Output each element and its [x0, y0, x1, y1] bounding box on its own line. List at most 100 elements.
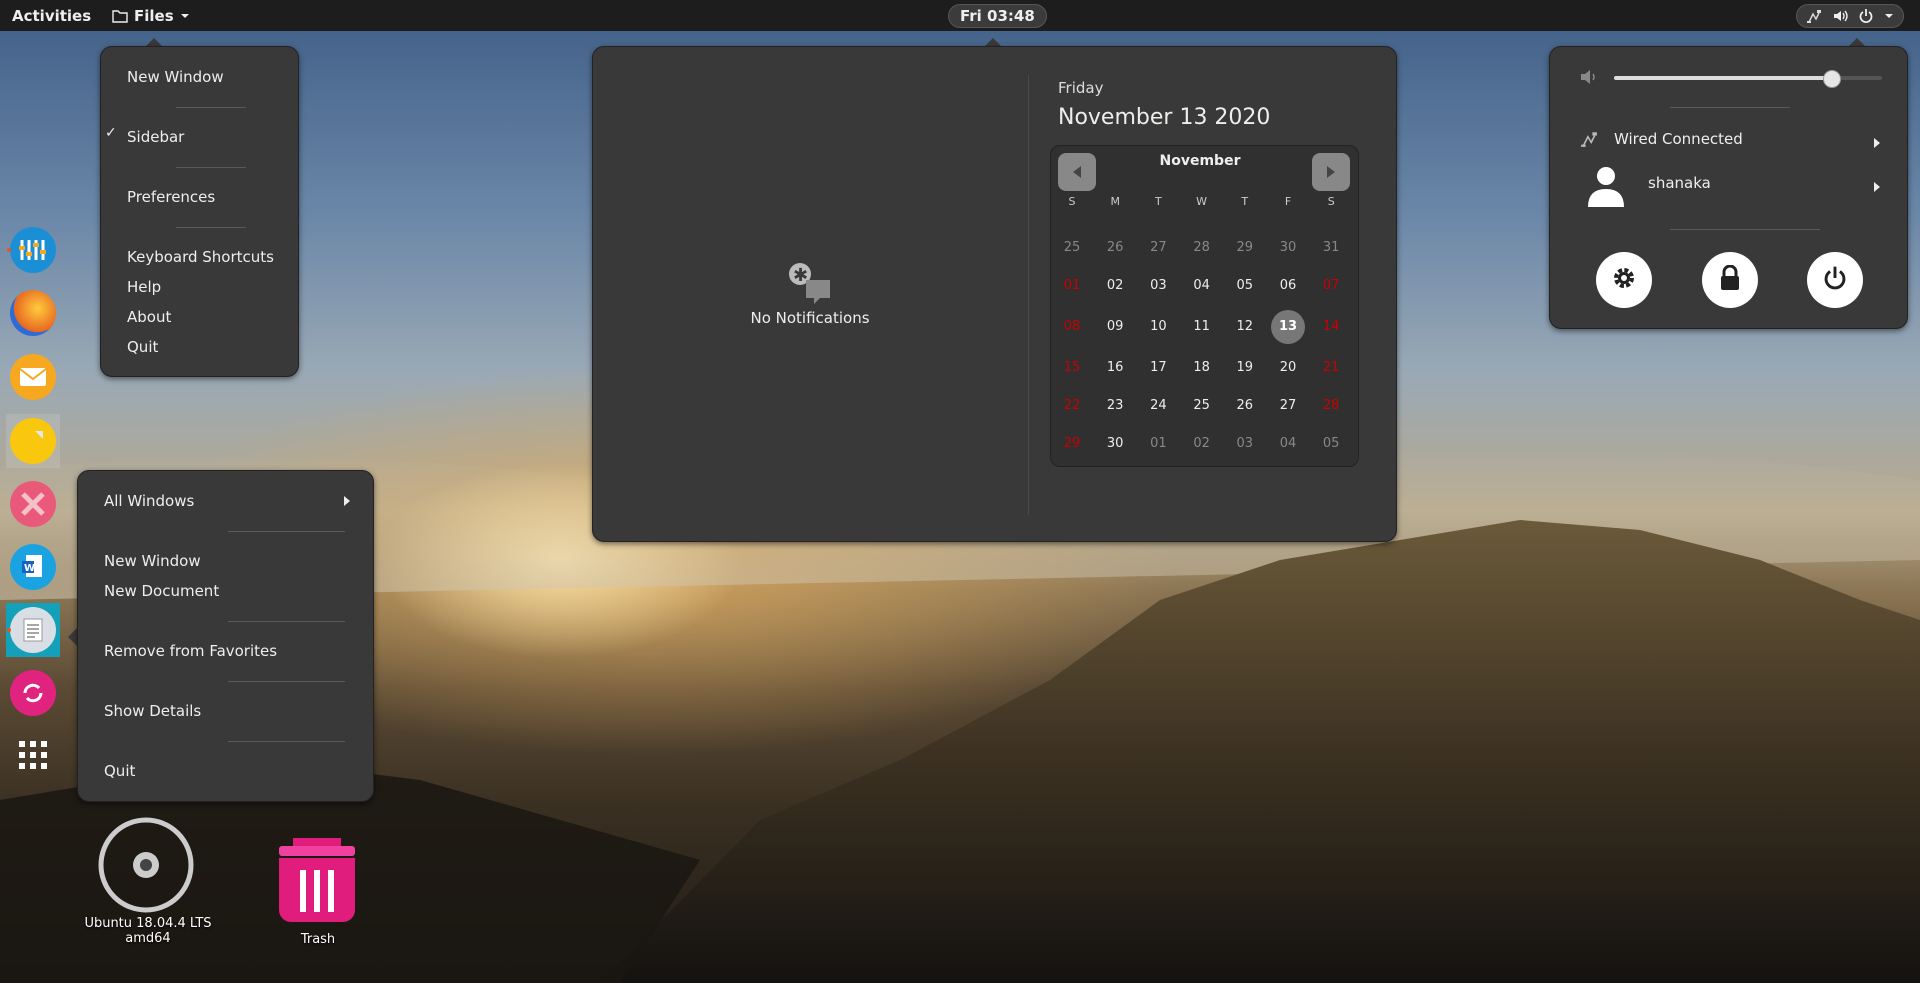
chevron-right-icon [343, 489, 351, 513]
dock-item-mail[interactable] [6, 350, 60, 404]
chevron-right-icon [1873, 178, 1881, 196]
power-off-button[interactable] [1807, 252, 1863, 308]
activities-button[interactable]: Activities [0, 0, 103, 31]
calendar-day[interactable]: 09 [1098, 310, 1132, 344]
volume-slider-handle[interactable] [1823, 70, 1842, 88]
calendar-day[interactable]: 06 [1271, 269, 1305, 303]
calendar-day[interactable]: 23 [1098, 389, 1132, 423]
calendar-day[interactable]: 20 [1271, 351, 1305, 385]
calendar-day[interactable]: 27 [1271, 389, 1305, 423]
menu-item-all-windows[interactable]: All Windows [78, 489, 373, 513]
mail-icon [10, 354, 56, 400]
dock-item-updater[interactable] [6, 666, 60, 720]
settings-button[interactable] [1596, 252, 1652, 308]
calendar-day[interactable]: 01 [1141, 427, 1175, 461]
volume-slider[interactable] [1614, 70, 1882, 88]
menu-item-show-details[interactable]: Show Details [78, 699, 373, 723]
desktop-trash-icon[interactable] [275, 838, 359, 924]
calendar-day-header: W [1196, 195, 1208, 208]
calendar-day[interactable]: 05 [1228, 269, 1262, 303]
calendar-day[interactable]: 28 [1185, 231, 1219, 265]
calendar-day[interactable]: 03 [1141, 269, 1175, 303]
calendar-day[interactable]: 13 [1271, 310, 1305, 344]
calendar-day[interactable]: 19 [1228, 351, 1262, 385]
calendar-day[interactable]: 08 [1055, 310, 1089, 344]
menu-item-new-window[interactable]: New Window [78, 549, 373, 573]
calendar-day[interactable]: 22 [1055, 389, 1089, 423]
calendar-day[interactable]: 01 [1055, 269, 1089, 303]
menu-item-sidebar[interactable]: Sidebar [101, 125, 298, 149]
lock-button[interactable] [1702, 252, 1758, 308]
desktop-trash-label[interactable]: Trash [270, 932, 366, 947]
dock-item-writer[interactable]: W [6, 540, 60, 594]
calendar-day[interactable]: 27 [1141, 231, 1175, 265]
volume-icon [1832, 8, 1848, 24]
calendar-day[interactable]: 04 [1185, 269, 1219, 303]
menu-item-remove-favorites[interactable]: Remove from Favorites [78, 639, 373, 663]
calendar-month-label: November [1159, 153, 1241, 169]
calendar-day[interactable]: 25 [1185, 389, 1219, 423]
app-menu-button[interactable]: Files [100, 0, 202, 31]
weekday-label[interactable]: Friday [1058, 79, 1103, 97]
menu-item-preferences[interactable]: Preferences [101, 185, 298, 209]
dock-item-audio[interactable] [6, 223, 60, 277]
dock-item-notes[interactable] [6, 414, 60, 468]
calendar-day[interactable]: 18 [1185, 351, 1219, 385]
calendar-day[interactable]: 05 [1314, 427, 1348, 461]
calendar-day[interactable]: 31 [1314, 231, 1348, 265]
calendar-day[interactable]: 11 [1185, 310, 1219, 344]
calendar-day[interactable]: 15 [1055, 351, 1089, 385]
menu-separator [1670, 229, 1820, 230]
full-date-label[interactable]: November 13 2020 [1058, 105, 1270, 130]
calendar-day[interactable]: 28 [1314, 389, 1348, 423]
dock: W [0, 223, 66, 793]
trash-icon [279, 838, 355, 922]
calendar-day[interactable]: 30 [1271, 231, 1305, 265]
menu-separator [176, 227, 246, 228]
volume-icon [1580, 69, 1598, 89]
menu-item-new-document[interactable]: New Document [78, 579, 373, 603]
calendar-day[interactable]: 04 [1271, 427, 1305, 461]
menu-item-label: All Windows [104, 492, 195, 510]
calendar-day[interactable]: 26 [1098, 231, 1132, 265]
calendar-day[interactable]: 24 [1141, 389, 1175, 423]
menu-separator [228, 531, 345, 532]
calendar-day[interactable]: 30 [1098, 427, 1132, 461]
menu-item-quit[interactable]: Quit [78, 759, 373, 783]
system-menu-button[interactable] [1796, 4, 1904, 28]
calendar-day[interactable]: 03 [1228, 427, 1262, 461]
show-applications-button[interactable] [6, 730, 60, 784]
calendar-day[interactable]: 10 [1141, 310, 1175, 344]
dock-item-tools[interactable] [6, 477, 60, 531]
menu-item-keyboard-shortcuts[interactable]: Keyboard Shortcuts [101, 245, 298, 269]
calendar-day[interactable]: 02 [1185, 427, 1219, 461]
menu-item-help[interactable]: Help [101, 275, 298, 299]
desktop-drive-label[interactable]: Ubuntu 18.04.4 LTS amd64 [78, 916, 218, 946]
wired-network-row[interactable]: Wired Connected [1550, 125, 1907, 155]
calendar-day[interactable]: 07 [1314, 269, 1348, 303]
menu-item-new-window[interactable]: New Window [101, 65, 298, 89]
notes-icon [10, 418, 56, 464]
menu-item-quit[interactable]: Quit [101, 335, 298, 359]
menu-separator [176, 167, 246, 168]
menu-item-about[interactable]: About [101, 305, 298, 329]
calendar-day[interactable]: 14 [1314, 310, 1348, 344]
calendar-day[interactable]: 02 [1098, 269, 1132, 303]
prev-month-button[interactable] [1058, 153, 1096, 191]
calendar-day[interactable]: 21 [1314, 351, 1348, 385]
calendar-day[interactable]: 29 [1055, 427, 1089, 461]
calendar-day[interactable]: 16 [1098, 351, 1132, 385]
dock-item-firefox[interactable] [6, 286, 60, 340]
volume-slider-fill [1614, 76, 1832, 80]
calendar-day[interactable]: 29 [1228, 231, 1262, 265]
calendar-day[interactable]: 26 [1228, 389, 1262, 423]
calendar-day-header: S [1327, 195, 1335, 208]
dock-item-text-editor[interactable] [6, 603, 60, 657]
clock-button[interactable]: Fri 03:48 [948, 4, 1047, 28]
calendar-day[interactable]: 25 [1055, 231, 1089, 265]
desktop-drive-icon[interactable] [98, 817, 194, 913]
user-row[interactable]: shanaka [1550, 165, 1907, 215]
calendar-day[interactable]: 17 [1141, 351, 1175, 385]
calendar-day[interactable]: 12 [1228, 310, 1262, 344]
next-month-button[interactable] [1312, 153, 1350, 191]
